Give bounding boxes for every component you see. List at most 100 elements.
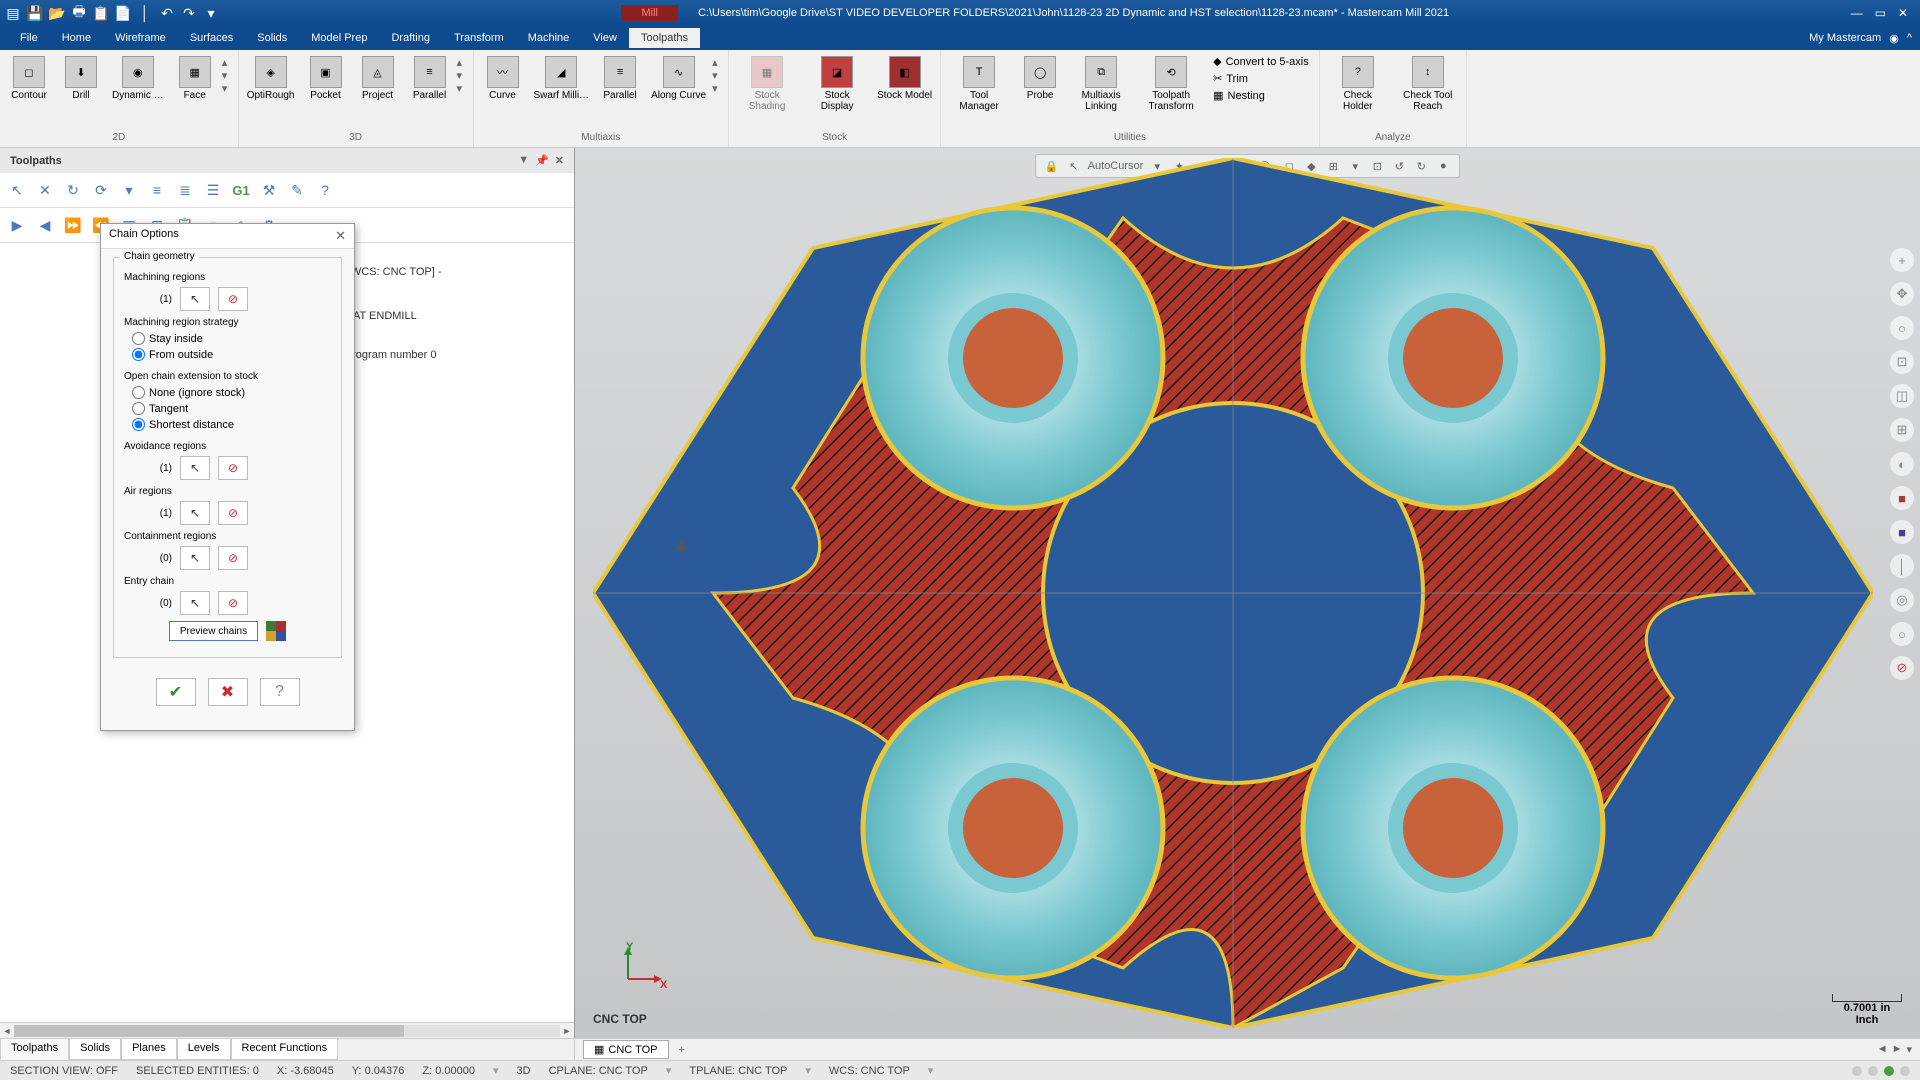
minimize-button[interactable]: — (1851, 6, 1863, 20)
color-grid-icon[interactable] (266, 621, 286, 641)
tb2-3-icon[interactable]: ⏩ (60, 212, 86, 238)
entry-select-button[interactable] (180, 591, 210, 615)
panel-pin-icon[interactable]: 📌 (535, 154, 549, 167)
bottom-tab-levels[interactable]: Levels (177, 1039, 231, 1060)
maximize-button[interactable]: ▭ (1875, 6, 1886, 20)
layer3-icon[interactable]: ☰ (200, 177, 226, 203)
context-tab-mill[interactable]: Mill (621, 5, 678, 21)
regen-dirty-icon[interactable]: ⟳ (88, 177, 114, 203)
group-3d-expand[interactable]: ▴▾▾ (457, 52, 469, 99)
status-wcs[interactable]: WCS: CNC TOP (829, 1065, 910, 1077)
viewport[interactable]: 🔒 ↖ AutoCursor ▾ ✦ ○ ↖ ⤴ ⤵ ◻ ◆ ⊞ ▾ ⊡ ↺ ↻… (575, 148, 1920, 1038)
bottom-tab-solids[interactable]: Solids (69, 1039, 121, 1060)
tool-icon[interactable]: ⚒ (256, 177, 282, 203)
tab-transform[interactable]: Transform (442, 28, 516, 48)
face-button[interactable]: ▦Face (170, 52, 220, 105)
view-nav-menu-icon[interactable]: ▾ (1906, 1043, 1912, 1056)
post-icon[interactable]: ▾ (116, 177, 142, 203)
print-icon[interactable]: 🖶 (70, 4, 88, 22)
status-tplane[interactable]: TPLANE: CNC TOP (689, 1065, 787, 1077)
clipboard-icon[interactable]: 📋 (92, 4, 110, 22)
scroll-right-icon[interactable]: ► (560, 1026, 574, 1036)
tab-file[interactable]: File (8, 28, 50, 48)
ok-button[interactable]: ✔ (156, 678, 196, 706)
nesting-button[interactable]: ▦Nesting (1209, 88, 1313, 103)
tab-view[interactable]: View (581, 28, 629, 48)
tab-wireframe[interactable]: Wireframe (103, 28, 178, 48)
tab-home[interactable]: Home (50, 28, 103, 48)
g1-button[interactable]: G1 (228, 177, 254, 203)
stock-model-button[interactable]: ◧Stock Model (873, 52, 936, 105)
rt-section-icon[interactable]: ◫ (1890, 384, 1914, 408)
layer1-icon[interactable]: ≡ (144, 177, 170, 203)
cancel-button[interactable]: ✖ (208, 678, 248, 706)
deselect-icon[interactable]: ✕ (32, 177, 58, 203)
dialog-close-icon[interactable]: ✕ (335, 228, 346, 244)
tool-manager-button[interactable]: TTool Manager (945, 52, 1013, 116)
redo-icon[interactable]: ↷ (180, 4, 198, 22)
preview-chains-button[interactable]: Preview chains (169, 621, 258, 641)
bottom-tab-toolpaths[interactable]: Toolpaths (0, 1039, 69, 1060)
air-select-button[interactable] (180, 501, 210, 525)
tab-solids[interactable]: Solids (245, 28, 299, 48)
status-dot-2[interactable] (1868, 1066, 1878, 1076)
drill-button[interactable]: ⬇Drill (56, 52, 106, 105)
parallel-ma-button[interactable]: ≡Parallel (595, 52, 645, 105)
rt-color1-icon[interactable]: ■ (1890, 486, 1914, 510)
rt-pan-icon[interactable]: ✥ (1890, 282, 1914, 306)
rt-fit-icon[interactable]: ⊡ (1890, 350, 1914, 374)
swarf-button[interactable]: ◢Swarf Milli… (530, 52, 594, 105)
help-button[interactable]: ? (260, 678, 300, 706)
panel-hscrollbar[interactable]: ◄ ► (0, 1022, 574, 1038)
view-tab-cnc-top[interactable]: ▦CNC TOP (583, 1040, 669, 1059)
status-dot-4[interactable] (1900, 1066, 1910, 1076)
scroll-left-icon[interactable]: ◄ (0, 1026, 14, 1036)
view-nav-prev-icon[interactable]: ◄ (1877, 1043, 1888, 1056)
tab-surfaces[interactable]: Surfaces (178, 28, 245, 48)
tb2-2-icon[interactable]: ◀ (32, 212, 58, 238)
status-dot-1[interactable] (1852, 1066, 1862, 1076)
multiaxis-linking-button[interactable]: ⧉Multiaxis Linking (1067, 52, 1135, 116)
rt-c-icon[interactable]: ⊘ (1890, 656, 1914, 680)
close-button[interactable]: ✕ (1898, 6, 1908, 20)
rt-b-icon[interactable]: ○ (1890, 622, 1914, 646)
status-mode[interactable]: 3D (517, 1065, 531, 1077)
my-mastercam-link[interactable]: My Mastercam (1809, 32, 1881, 44)
view-nav-next-icon[interactable]: ► (1892, 1043, 1903, 1056)
along-curve-button[interactable]: ∿Along Curve (647, 52, 710, 105)
tab-drafting[interactable]: Drafting (379, 28, 442, 48)
pocket-button[interactable]: ▣Pocket (301, 52, 351, 105)
optirough-button[interactable]: ◈OptiRough (243, 52, 299, 105)
toolpath-transform-button[interactable]: ⟲Toolpath Transform (1137, 52, 1205, 116)
bottom-tab-recent[interactable]: Recent Functions (231, 1039, 339, 1060)
add-view-button[interactable]: + (673, 1044, 691, 1056)
radio-tangent[interactable]: Tangent (132, 402, 331, 415)
containment-select-button[interactable] (180, 546, 210, 570)
contour-button[interactable]: ◻Contour (4, 52, 54, 105)
rt-rotate-icon[interactable]: ○ (1890, 316, 1914, 340)
avoidance-clear-button[interactable] (218, 456, 248, 480)
radio-from-outside[interactable]: From outside (132, 348, 331, 361)
status-dot-3[interactable] (1884, 1066, 1894, 1076)
undo-icon[interactable]: ↶ (158, 4, 176, 22)
rt-color2-icon[interactable]: ■ (1890, 520, 1914, 544)
avoidance-select-button[interactable] (180, 456, 210, 480)
scroll-thumb[interactable] (14, 1025, 404, 1037)
help-icon[interactable]: ? (312, 177, 338, 203)
open-icon[interactable]: 📂 (48, 4, 66, 22)
machining-select-button[interactable] (180, 287, 210, 311)
tab-machine[interactable]: Machine (516, 28, 582, 48)
rt-shade-icon[interactable]: ◐ (1890, 452, 1914, 476)
user-icon[interactable]: ◉ (1889, 32, 1899, 45)
tab-model-prep[interactable]: Model Prep (299, 28, 379, 48)
panel-close-icon[interactable]: ✕ (555, 154, 564, 167)
radio-none[interactable]: None (ignore stock) (132, 386, 331, 399)
status-section[interactable]: SECTION VIEW: OFF (10, 1065, 118, 1077)
containment-clear-button[interactable] (218, 546, 248, 570)
dynamic-button[interactable]: ◉Dynamic … (108, 52, 168, 105)
tb2-1-icon[interactable]: ▶ (4, 212, 30, 238)
panel-dropdown-icon[interactable]: ▼ (518, 154, 529, 167)
machining-clear-button[interactable] (218, 287, 248, 311)
bottom-tab-planes[interactable]: Planes (121, 1039, 177, 1060)
qat-dropdown-icon[interactable]: ▾ (202, 4, 220, 22)
